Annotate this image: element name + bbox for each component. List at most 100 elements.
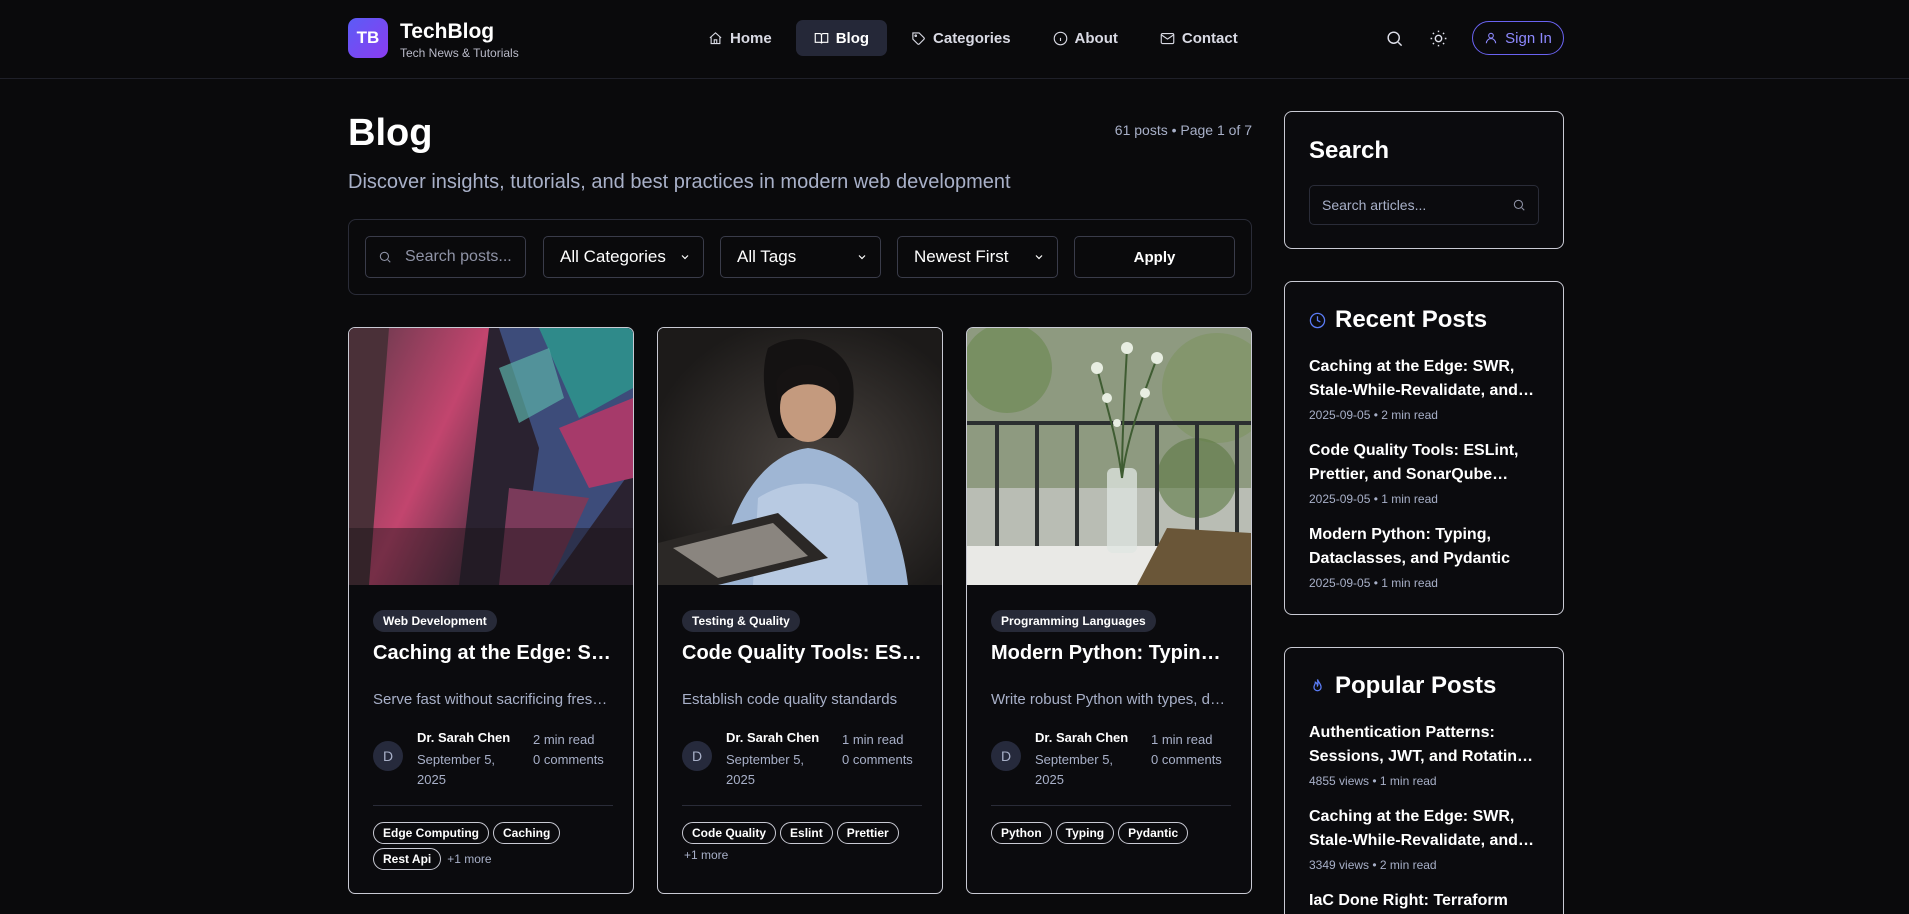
tag-chip[interactable]: Code Quality <box>682 822 777 844</box>
tag-icon <box>912 31 925 45</box>
sun-icon <box>1430 30 1446 46</box>
post-date: September 5, 2025 <box>726 752 805 787</box>
post-cover-image[interactable] <box>658 328 942 585</box>
sidebar-search-field <box>1309 185 1539 225</box>
post-excerpt: Establish code quality standards <box>682 691 898 708</box>
post-author: Dr. Sarah Chen <box>417 730 511 745</box>
apply-filters-button[interactable]: Apply <box>1074 236 1235 278</box>
post-author: Dr. Sarah Chen <box>726 730 820 745</box>
category-badge[interactable]: Web Development <box>373 610 497 632</box>
post-read-stats: 2 min read 0 comments <box>533 730 613 770</box>
recent-post-title[interactable]: Code Quality Tools: ESLint, Prettier, an… <box>1309 439 1541 487</box>
post-tags: Code Quality Eslint Prettier +1 more <box>682 822 922 862</box>
category-select-value: All Categories <box>560 247 666 266</box>
logo[interactable]: TB <box>348 18 388 58</box>
post-date: September 5, 2025 <box>417 752 496 787</box>
tag-chip[interactable]: Caching <box>493 822 561 844</box>
chevron-down-icon <box>681 255 689 260</box>
tag-chip[interactable]: Edge Computing <box>373 822 489 844</box>
post-tags: Python Typing Pydantic <box>991 822 1231 844</box>
search-icon <box>1386 30 1402 46</box>
popular-post-title[interactable]: IaC Done Right: Terraform <box>1309 889 1541 913</box>
mail-icon <box>1160 32 1175 44</box>
post-search-input[interactable] <box>405 248 515 266</box>
flame-icon <box>1313 678 1322 691</box>
tag-select-value: All Tags <box>737 247 797 266</box>
chevron-down-icon <box>1035 255 1043 260</box>
tag-chip[interactable]: Python <box>991 822 1052 844</box>
sidebar-popular-title-text: Popular Posts <box>1335 672 1497 699</box>
tag-chip[interactable]: Prettier <box>836 822 899 844</box>
search-icon[interactable] <box>1512 198 1526 212</box>
tag-chip[interactable]: Typing <box>1055 822 1115 844</box>
more-tags-count: +1 more <box>684 848 729 862</box>
recent-post-meta: 2025-09-05 • 1 min read <box>1309 576 1438 590</box>
tag-chip[interactable]: Eslint <box>780 822 833 844</box>
post-read-time: 1 min read <box>1151 732 1213 747</box>
post-excerpt: Serve fast without sacrificing freshness <box>373 691 613 708</box>
nav-item-about[interactable]: About <box>1035 20 1136 56</box>
post-card[interactable]: Web Development Caching at the Edge: SWR… <box>348 327 634 894</box>
post-title[interactable]: Code Quality Tools: ESLint, Prettier, an… <box>682 642 922 665</box>
post-card[interactable]: Programming Languages Modern Python: Typ… <box>966 327 1252 894</box>
info-icon <box>1053 31 1067 45</box>
sort-select[interactable]: Newest First <box>897 236 1058 278</box>
recent-post-item[interactable]: Caching at the Edge: SWR, Stale-While-Re… <box>1309 355 1541 422</box>
post-date: September 5, 2025 <box>1035 752 1114 787</box>
nav-item-label: Categories <box>933 29 1011 47</box>
popular-post-meta: 3349 views • 2 min read <box>1309 858 1437 872</box>
book-icon <box>814 32 828 44</box>
post-tags: Edge Computing Caching Rest Api +1 more <box>373 822 613 870</box>
post-cover-image[interactable] <box>967 328 1251 585</box>
post-card[interactable]: Testing & Quality Code Quality Tools: ES… <box>657 327 943 894</box>
nav-item-label: About <box>1074 29 1118 47</box>
sidebar-search-widget: Search <box>1284 111 1564 249</box>
header-search-button[interactable] <box>1380 24 1408 52</box>
nav-item-blog[interactable]: Blog <box>795 20 888 56</box>
top-navigation-bar: TB TechBlog Tech News & Tutorials Home B… <box>0 0 1909 79</box>
popular-post-item[interactable]: Caching at the Edge: SWR, Stale-While-Re… <box>1309 805 1541 872</box>
post-title[interactable]: Modern Python: Typing, Dataclasses, and … <box>991 642 1231 665</box>
sidebar-recent-title: Recent Posts <box>1309 306 1487 334</box>
popular-post-item[interactable]: Authentication Patterns: Sessions, JWT, … <box>1309 721 1541 788</box>
recent-post-meta: 2025-09-05 • 2 min read <box>1309 408 1438 422</box>
category-badge[interactable]: Programming Languages <box>991 610 1156 632</box>
recent-post-title[interactable]: Modern Python: Typing, Dataclasses, and … <box>1309 523 1541 571</box>
post-title[interactable]: Caching at the Edge: SWR, Stale-While-Re… <box>373 642 613 665</box>
post-read-time: 1 min read <box>842 732 904 747</box>
brand-title[interactable]: TechBlog <box>400 20 494 44</box>
search-icon <box>379 251 391 263</box>
post-read-time: 2 min read <box>533 732 595 747</box>
nav-item-contact[interactable]: Contact <box>1142 20 1256 56</box>
recent-post-item[interactable]: Code Quality Tools: ESLint, Prettier, an… <box>1309 439 1541 506</box>
sign-in-button[interactable]: Sign In <box>1472 21 1564 55</box>
tag-select[interactable]: All Tags <box>720 236 881 278</box>
popular-post-title[interactable]: Authentication Patterns: Sessions, JWT, … <box>1309 721 1541 769</box>
filter-bar: All Categories All Tags Newest First App… <box>348 219 1252 295</box>
card-divider <box>991 805 1231 806</box>
sign-in-label: Sign In <box>1505 29 1552 47</box>
category-badge[interactable]: Testing & Quality <box>682 610 800 632</box>
post-cover-image[interactable] <box>349 328 633 585</box>
tag-chip[interactable]: Rest Api <box>373 848 442 870</box>
tag-chip[interactable]: Pydantic <box>1118 822 1189 844</box>
nav-item-home[interactable]: Home <box>690 20 790 56</box>
popular-post-title[interactable]: Caching at the Edge: SWR, Stale-While-Re… <box>1309 805 1541 853</box>
brand-subtitle: Tech News & Tutorials <box>400 46 519 60</box>
sidebar-search-input[interactable] <box>1322 197 1492 213</box>
page-subtitle: Discover insights, tutorials, and best p… <box>348 171 1011 193</box>
nav-item-categories[interactable]: Categories <box>893 20 1029 56</box>
recent-post-title[interactable]: Caching at the Edge: SWR, Stale-While-Re… <box>1309 355 1541 403</box>
nav-item-label: Home <box>730 29 772 47</box>
home-icon <box>709 31 722 44</box>
theme-toggle-button[interactable] <box>1424 24 1452 52</box>
post-excerpt: Write robust Python with types, dataclas… <box>991 691 1231 708</box>
chevron-down-icon <box>858 255 866 260</box>
post-count-meta: 61 posts • Page 1 of 7 <box>1114 122 1252 138</box>
post-comments-count: 0 comments <box>1151 752 1222 767</box>
recent-post-item[interactable]: Modern Python: Typing, Dataclasses, and … <box>1309 523 1541 590</box>
category-select[interactable]: All Categories <box>543 236 704 278</box>
clock-icon <box>1309 312 1326 328</box>
nav-item-label: Blog <box>835 29 870 47</box>
popular-post-item[interactable]: IaC Done Right: Terraform <box>1309 889 1541 914</box>
